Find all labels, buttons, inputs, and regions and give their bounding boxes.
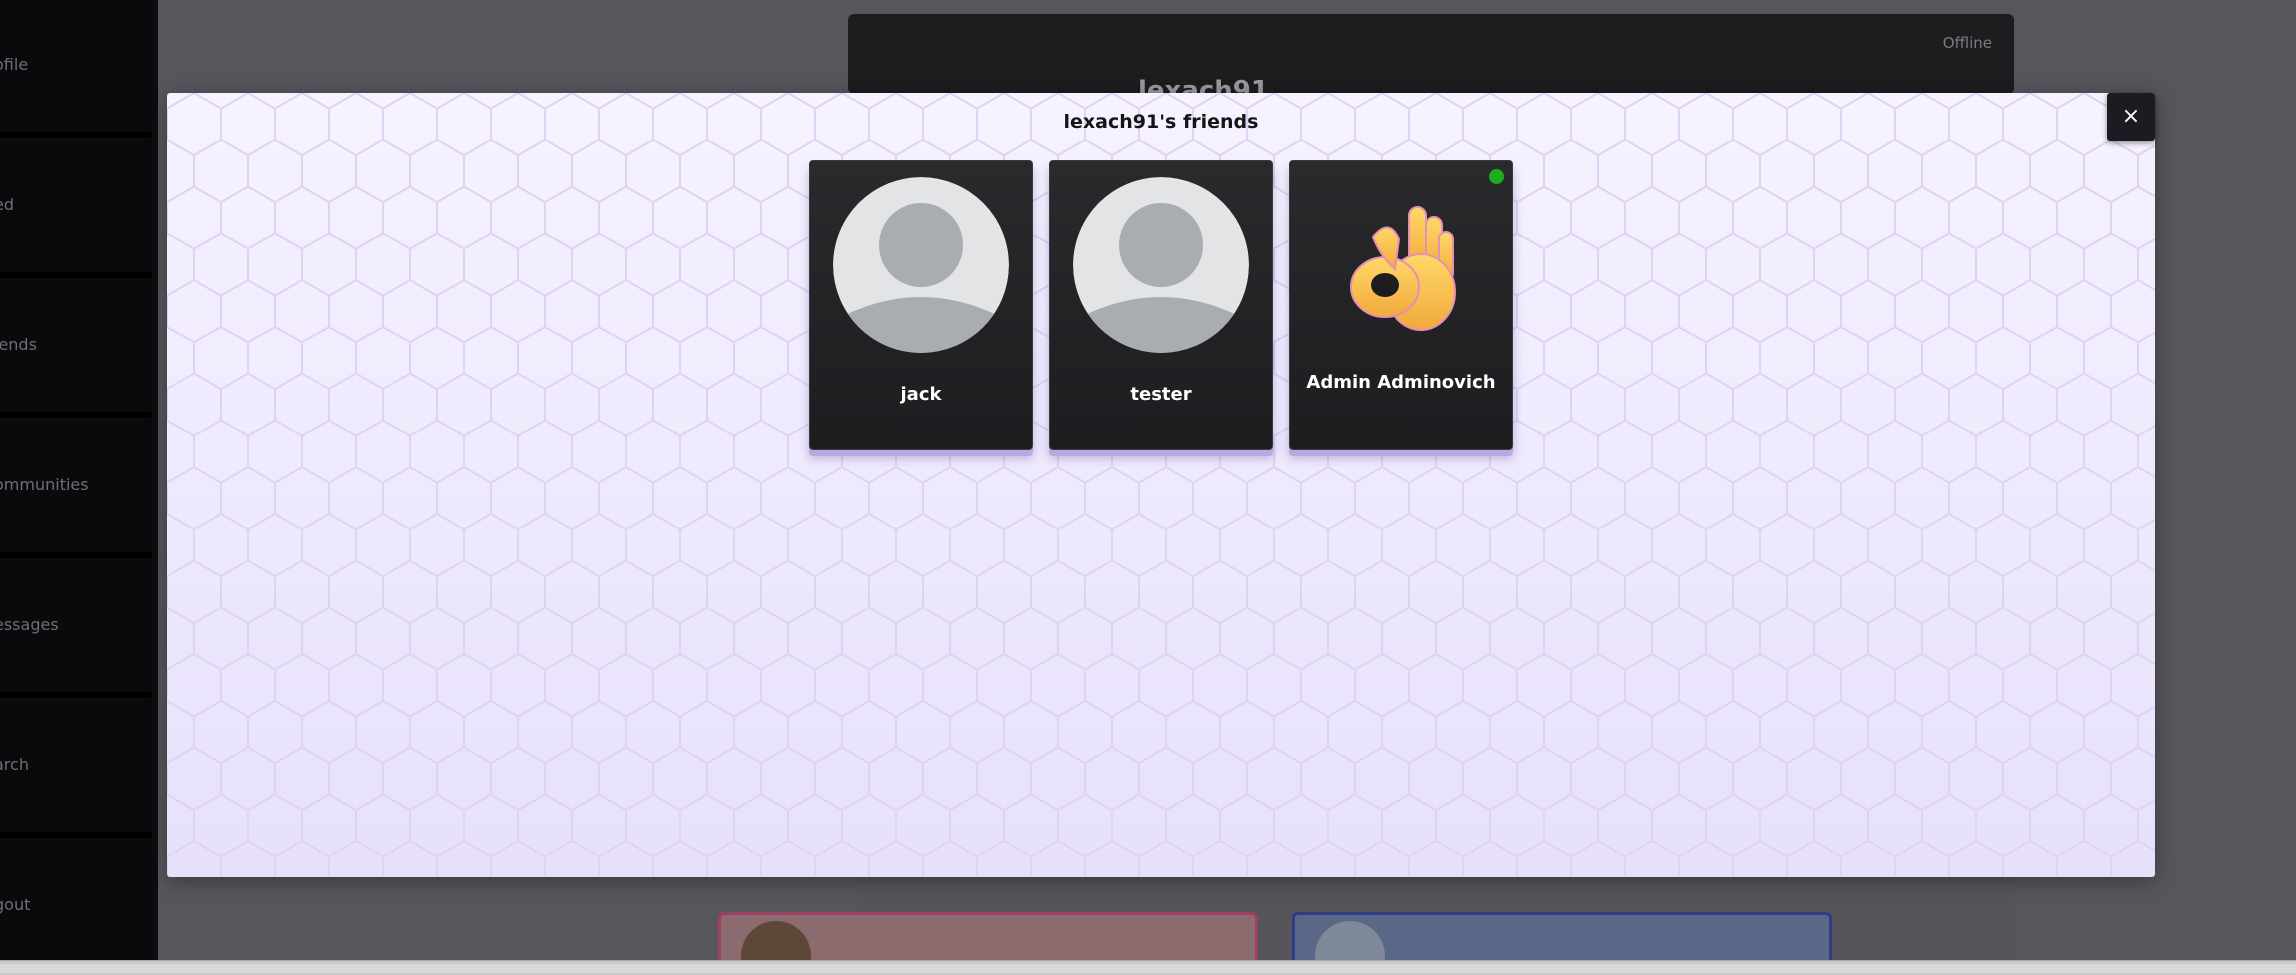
ok-hand-emoji-icon (1313, 177, 1489, 353)
sidebar-item-label: gout (0, 895, 31, 914)
sidebar-item-messages[interactable]: essages (0, 560, 152, 698)
friends-list: jack tester Admin Adminovich (809, 160, 1513, 450)
sidebar-item-friends[interactable]: iends (0, 280, 152, 418)
sidebar-item-label: ed (0, 195, 14, 214)
friend-name: jack (900, 384, 942, 405)
horizontal-scrollbar[interactable] (0, 960, 2296, 975)
default-avatar-icon (1073, 177, 1249, 353)
background-sidebar: ofile ed iends ommunities essages arch g… (0, 0, 158, 975)
friend-name: tester (1130, 384, 1192, 405)
sidebar-item-search[interactable]: arch (0, 700, 152, 838)
friend-name: Admin Adminovich (1306, 372, 1496, 393)
friends-modal: lexach91's friends jack tester Admin Adm… (167, 93, 2155, 877)
friend-card-tester[interactable]: tester (1049, 160, 1273, 450)
page: lexach91 Offline ofile ed iends ommuniti… (0, 0, 2296, 975)
sidebar-item-label: ofile (0, 55, 29, 74)
close-modal-button[interactable]: × (2107, 93, 2155, 141)
sidebar-item-logout[interactable]: gout (0, 840, 152, 975)
sidebar-item-label: arch (0, 755, 29, 774)
sidebar-item-label: ommunities (0, 475, 89, 494)
sidebar-item-label: essages (0, 615, 59, 634)
modal-title: lexach91's friends (1063, 111, 1259, 133)
sidebar-item-communities[interactable]: ommunities (0, 420, 152, 558)
sidebar-item-label: iends (0, 335, 37, 354)
friend-card-jack[interactable]: jack (809, 160, 1033, 450)
online-status-icon (1489, 169, 1504, 184)
background-profile-status: Offline (1942, 34, 1992, 52)
scrollbar-thumb[interactable] (0, 964, 2296, 973)
default-avatar-icon (833, 177, 1009, 353)
friend-card-admin-adminovich[interactable]: Admin Adminovich (1289, 160, 1513, 450)
sidebar-item-profile[interactable]: ofile (0, 0, 152, 138)
sidebar-item-feed[interactable]: ed (0, 140, 152, 278)
background-profile-card: lexach91 Offline (848, 14, 2014, 106)
